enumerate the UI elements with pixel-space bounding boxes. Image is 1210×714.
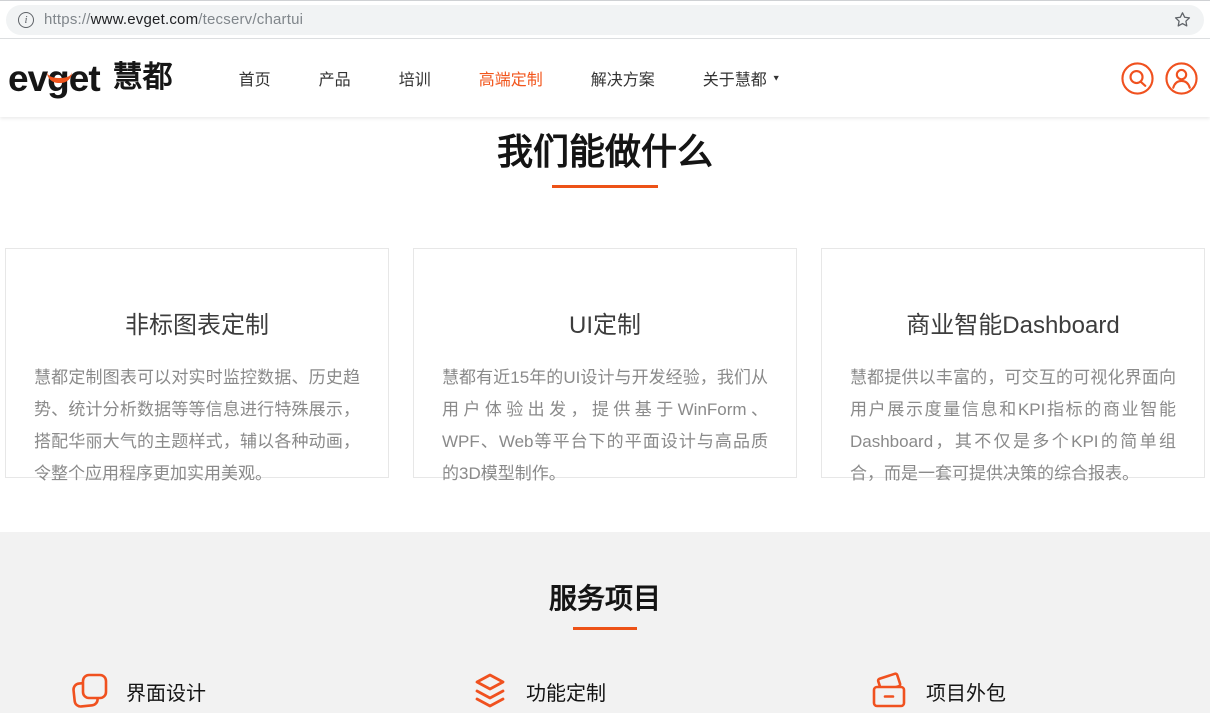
url-text: https://www.evget.com/tecserv/chartui	[44, 11, 303, 28]
service-label: 界面设计	[126, 677, 206, 706]
layers-icon	[469, 670, 511, 712]
nav-item-training[interactable]: 培训	[399, 66, 431, 90]
capabilities-section: 我们能做什么 非标图表定制 慧都定制图表可以对实时监控数据、历史趋势、统计分析数…	[0, 117, 1210, 532]
card-title: 商业智能Dashboard	[822, 305, 1204, 340]
card-title: 非标图表定制	[6, 305, 388, 340]
card-body: 慧都定制图表可以对实时监控数据、历史趋势、统计分析数据等等信息进行特殊展示，搭配…	[34, 362, 360, 490]
chevron-down-icon: ▼	[772, 74, 781, 83]
card-body: 慧都有近15年的UI设计与开发经验，我们从用户体验出发，提供基于WinForm、…	[442, 362, 768, 490]
card-bi-dashboard[interactable]: 商业智能Dashboard 慧都提供以丰富的，可交互的可视化界面向用户展示度量信…	[821, 248, 1205, 478]
service-item-function-custom[interactable]: 功能定制	[405, 670, 805, 712]
nav-item-solutions[interactable]: 解决方案	[591, 66, 655, 90]
bookmark-star-icon[interactable]	[1173, 10, 1192, 29]
services-title-underline	[573, 627, 637, 630]
main-nav: 首页 产品 培训 高端定制 解决方案 关于慧都 ▼	[215, 66, 805, 90]
capabilities-title: 我们能做什么	[0, 123, 1210, 175]
nav-item-home[interactable]: 首页	[239, 66, 271, 90]
logo-huidu-text: 慧都	[113, 63, 173, 93]
outsource-box-icon	[869, 670, 911, 712]
page-info-icon[interactable]: i	[18, 12, 34, 28]
nav-item-about-label: 关于慧都	[703, 66, 767, 90]
browser-address-bar: i https://www.evget.com/tecserv/chartui	[0, 0, 1210, 39]
service-item-ui-design[interactable]: 界面设计	[5, 670, 405, 712]
search-icon[interactable]	[1121, 62, 1154, 95]
card-body: 慧都提供以丰富的，可交互的可视化界面向用户展示度量信息和KPI指标的商业智能Da…	[850, 362, 1176, 490]
nav-item-products[interactable]: 产品	[319, 66, 351, 90]
capability-cards-row: 非标图表定制 慧都定制图表可以对实时监控数据、历史趋势、统计分析数据等等信息进行…	[0, 248, 1210, 478]
card-ui-customization[interactable]: UI定制 慧都有近15年的UI设计与开发经验，我们从用户体验出发，提供基于Win…	[413, 248, 797, 478]
service-item-outsourcing[interactable]: 项目外包	[805, 670, 1205, 712]
url-scheme: https://	[44, 11, 91, 28]
header-icons	[1121, 62, 1200, 95]
url-field[interactable]: i https://www.evget.com/tecserv/chartui	[6, 5, 1204, 35]
capabilities-title-underline	[552, 185, 658, 188]
user-account-icon[interactable]	[1165, 62, 1198, 95]
url-path: /tecserv/chartui	[198, 11, 303, 28]
services-section: 服务项目 界面设计 功能定制 项目外包	[0, 532, 1210, 713]
card-title: UI定制	[414, 305, 796, 340]
services-title: 服务项目	[0, 577, 1210, 617]
nav-item-custom-dev[interactable]: 高端定制	[479, 66, 543, 90]
service-label: 功能定制	[526, 677, 606, 706]
services-row: 界面设计 功能定制 项目外包	[0, 670, 1210, 712]
site-header: evget 慧都 首页 产品 培训 高端定制 解决方案 关于慧都 ▼	[0, 39, 1210, 117]
card-chart-customization[interactable]: 非标图表定制 慧都定制图表可以对实时监控数据、历史趋势、统计分析数据等等信息进行…	[5, 248, 389, 478]
url-host: www.evget.com	[91, 11, 199, 28]
overlapping-windows-icon	[69, 670, 111, 712]
service-label: 项目外包	[926, 677, 1006, 706]
site-logo[interactable]: evget 慧都	[8, 60, 173, 97]
nav-item-about[interactable]: 关于慧都 ▼	[703, 66, 781, 90]
